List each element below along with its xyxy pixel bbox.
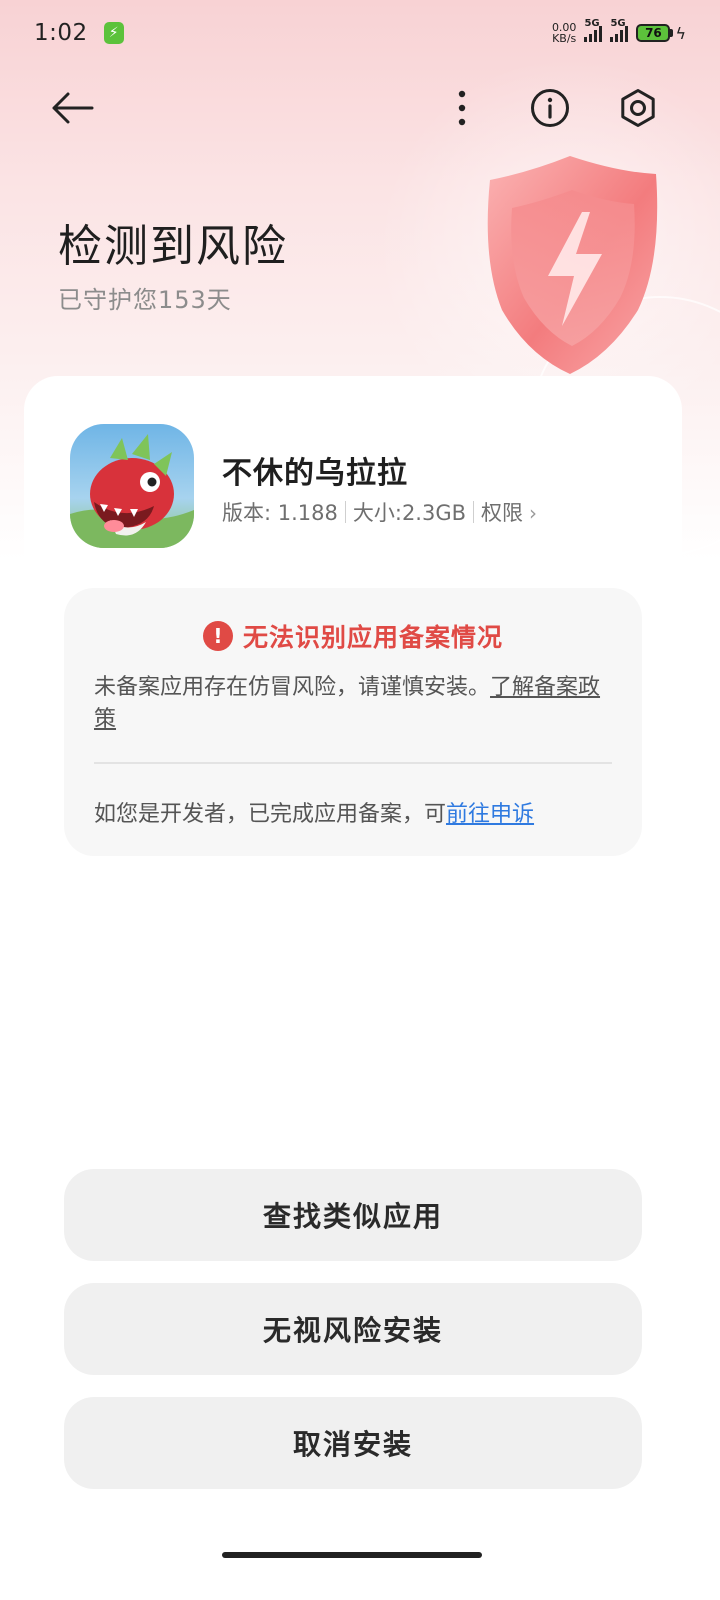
status-bar: 1:02 ⚡ 0.00 KB/s 5G 5G 76 ϟ xyxy=(0,0,720,66)
battery-icon: 76 ϟ xyxy=(636,24,686,43)
warning-header: ! 无法识别应用备案情况 xyxy=(64,618,642,654)
net-speed-unit: KB/s xyxy=(552,32,577,45)
app-version: 版本: 1.188 xyxy=(222,501,338,525)
app-icon xyxy=(70,424,194,548)
shield-lightning-icon xyxy=(487,156,658,374)
find-similar-apps-button[interactable]: 查找类似应用 xyxy=(64,1169,642,1261)
risk-warning-box: ! 无法识别应用备案情况 未备案应用存在仿冒风险，请谨慎安装。了解备案政策 如您… xyxy=(64,588,642,856)
divider xyxy=(94,762,612,764)
cancel-install-button[interactable]: 取消安装 xyxy=(64,1397,642,1489)
app-size: 大小:2.3GB xyxy=(352,501,467,525)
permissions-link[interactable]: 权限 › xyxy=(481,497,537,527)
warning-title: 无法识别应用备案情况 xyxy=(242,623,503,652)
info-button[interactable] xyxy=(518,76,582,140)
signal-icon: 5G xyxy=(584,18,603,42)
toolbar xyxy=(0,76,720,146)
warning-description: 未备案应用存在仿冒风险，请谨慎安装。了解备案政策 xyxy=(94,672,614,736)
app-name: 不休的乌拉拉 xyxy=(222,456,408,491)
dragon-app-icon xyxy=(70,424,194,548)
more-vertical-icon xyxy=(458,90,466,126)
network-speed: 0.00 KB/s xyxy=(552,22,577,44)
battery-level: 76 xyxy=(636,24,671,42)
permissions-label: 权限 xyxy=(481,501,524,525)
info-icon xyxy=(531,89,569,127)
developer-text: 如您是开发者，已完成应用备案，可 xyxy=(94,802,447,827)
back-button[interactable] xyxy=(40,76,104,140)
appeal-link[interactable]: 前往申诉 xyxy=(446,802,534,827)
meta-divider xyxy=(344,501,346,523)
settings-icon xyxy=(621,89,655,127)
charging-bolt-icon: ϟ xyxy=(675,23,686,43)
ignore-risk-install-button[interactable]: 无视风险安装 xyxy=(64,1283,642,1375)
home-indicator[interactable] xyxy=(222,1552,482,1558)
more-button[interactable] xyxy=(430,76,494,140)
signal-label: 5G xyxy=(610,18,626,29)
meta-divider xyxy=(473,501,475,523)
alert-icon: ! xyxy=(202,621,233,651)
chevron-right-icon: › xyxy=(529,501,538,525)
install-risk-screen: 1:02 ⚡ 0.00 KB/s 5G 5G 76 ϟ 检测到风险 已守护您15… xyxy=(0,0,720,1600)
signal-icon: 5G xyxy=(610,18,629,42)
charging-icon: ⚡ xyxy=(103,22,124,44)
warning-text: 未备案应用存在仿冒风险，请谨慎安装。 xyxy=(94,675,491,700)
status-time: 1:02 xyxy=(34,20,88,46)
developer-notice: 如您是开发者，已完成应用备案，可前往申诉 xyxy=(94,796,534,828)
back-arrow-icon xyxy=(52,92,94,124)
protection-days: 已守护您153天 xyxy=(58,286,232,314)
settings-button[interactable] xyxy=(606,76,670,140)
page-title: 检测到风险 xyxy=(58,221,288,272)
app-meta: 版本: 1.188 大小:2.3GB 权限 › xyxy=(222,497,537,527)
signal-label: 5G xyxy=(584,18,600,29)
status-indicators: 0.00 KB/s 5G 5G 76 ϟ xyxy=(552,18,686,44)
